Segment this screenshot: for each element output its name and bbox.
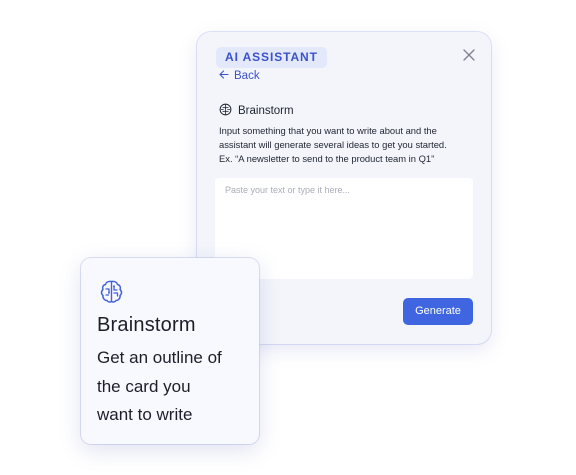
brainstorm-card: Brainstorm Get an outline of the card yo… [81, 258, 259, 444]
section-heading: Brainstorm [219, 103, 294, 119]
card-description-line: Get an outline of [97, 348, 222, 367]
back-link[interactable]: Back [219, 70, 260, 82]
card-description: Get an outline of the card you want to w… [97, 344, 247, 430]
brain-icon [219, 103, 232, 119]
section-title: Brainstorm [238, 105, 294, 117]
generate-button[interactable]: Generate [403, 298, 473, 325]
arrow-left-icon [219, 70, 229, 82]
back-label: Back [234, 70, 260, 82]
close-icon[interactable] [462, 48, 476, 62]
card-title: Brainstorm [97, 314, 196, 336]
ai-assistant-tag: AI ASSISTANT [216, 47, 327, 68]
instructions-line: Ex. “A newsletter to send to the product… [219, 153, 435, 164]
instructions-line: assistant will generate several ideas to… [219, 139, 447, 150]
card-description-line: want to write [97, 405, 193, 424]
instructions-text: Input something that you want to write a… [219, 124, 481, 166]
card-description-line: the card you [97, 376, 191, 396]
brain-icon [98, 278, 125, 305]
instructions-line: Input something that you want to write a… [219, 125, 437, 136]
